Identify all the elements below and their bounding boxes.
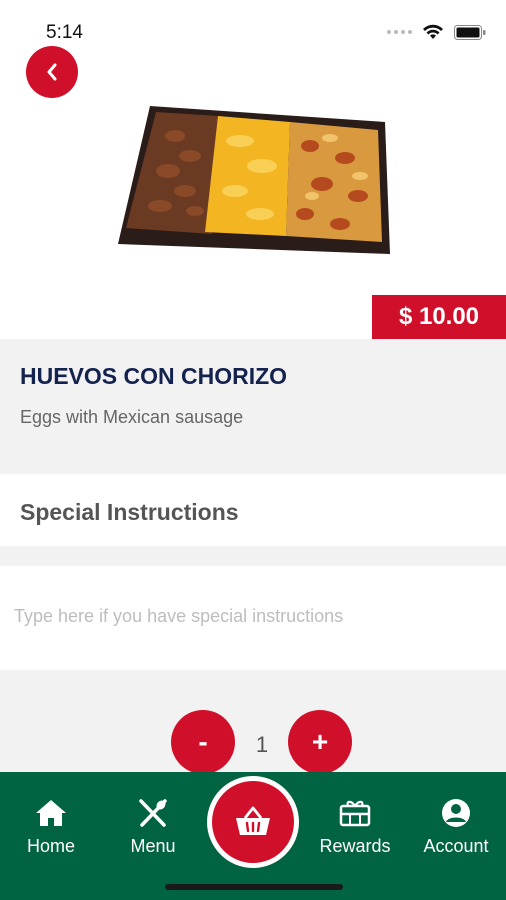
food-image xyxy=(0,96,506,266)
price-tag: $ 10.00 xyxy=(372,295,506,339)
signal-icon xyxy=(387,30,412,34)
nav-menu-label: Menu xyxy=(130,836,176,856)
special-instructions-header: Special Instructions xyxy=(0,474,506,546)
increase-quantity-button[interactable]: + xyxy=(288,710,352,774)
nav-home-label: Home xyxy=(26,836,75,856)
special-instructions-input[interactable] xyxy=(14,606,494,627)
special-instructions-title: Special Instructions xyxy=(20,499,239,525)
cart-button[interactable] xyxy=(207,776,299,868)
quantity-stepper: - 1 + xyxy=(0,670,506,774)
gift-card-icon xyxy=(339,800,371,827)
nav-account[interactable]: Account xyxy=(406,798,506,857)
battery-icon xyxy=(454,24,486,40)
cart-button-inner xyxy=(212,781,294,863)
decrease-quantity-button[interactable]: - xyxy=(171,710,235,774)
special-instructions-box xyxy=(0,566,506,670)
account-icon xyxy=(442,799,470,827)
quantity-value: 1 xyxy=(255,732,269,757)
wifi-icon xyxy=(423,24,443,39)
item-info: HUEVOS CON CHORIZO Eggs with Mexican sau… xyxy=(0,339,506,474)
status-time: 5:14 xyxy=(46,22,83,43)
status-bar: 5:14 xyxy=(0,0,506,48)
divider xyxy=(0,546,506,566)
nav-rewards-label: Rewards xyxy=(319,836,391,856)
back-button[interactable] xyxy=(26,46,78,98)
nav-home[interactable]: Home xyxy=(1,798,101,857)
home-icon xyxy=(36,800,66,826)
status-icons xyxy=(387,24,486,40)
utensils-icon xyxy=(139,799,167,827)
chevron-left-icon xyxy=(47,63,57,81)
item-description: Eggs with Mexican sausage xyxy=(20,407,244,427)
home-indicator xyxy=(165,884,343,890)
nav-rewards[interactable]: Rewards xyxy=(305,798,405,857)
nav-menu[interactable]: Menu xyxy=(103,798,203,857)
nav-account-label: Account xyxy=(423,836,489,856)
basket-icon xyxy=(236,806,270,835)
item-title: HUEVOS CON CHORIZO xyxy=(20,363,288,389)
